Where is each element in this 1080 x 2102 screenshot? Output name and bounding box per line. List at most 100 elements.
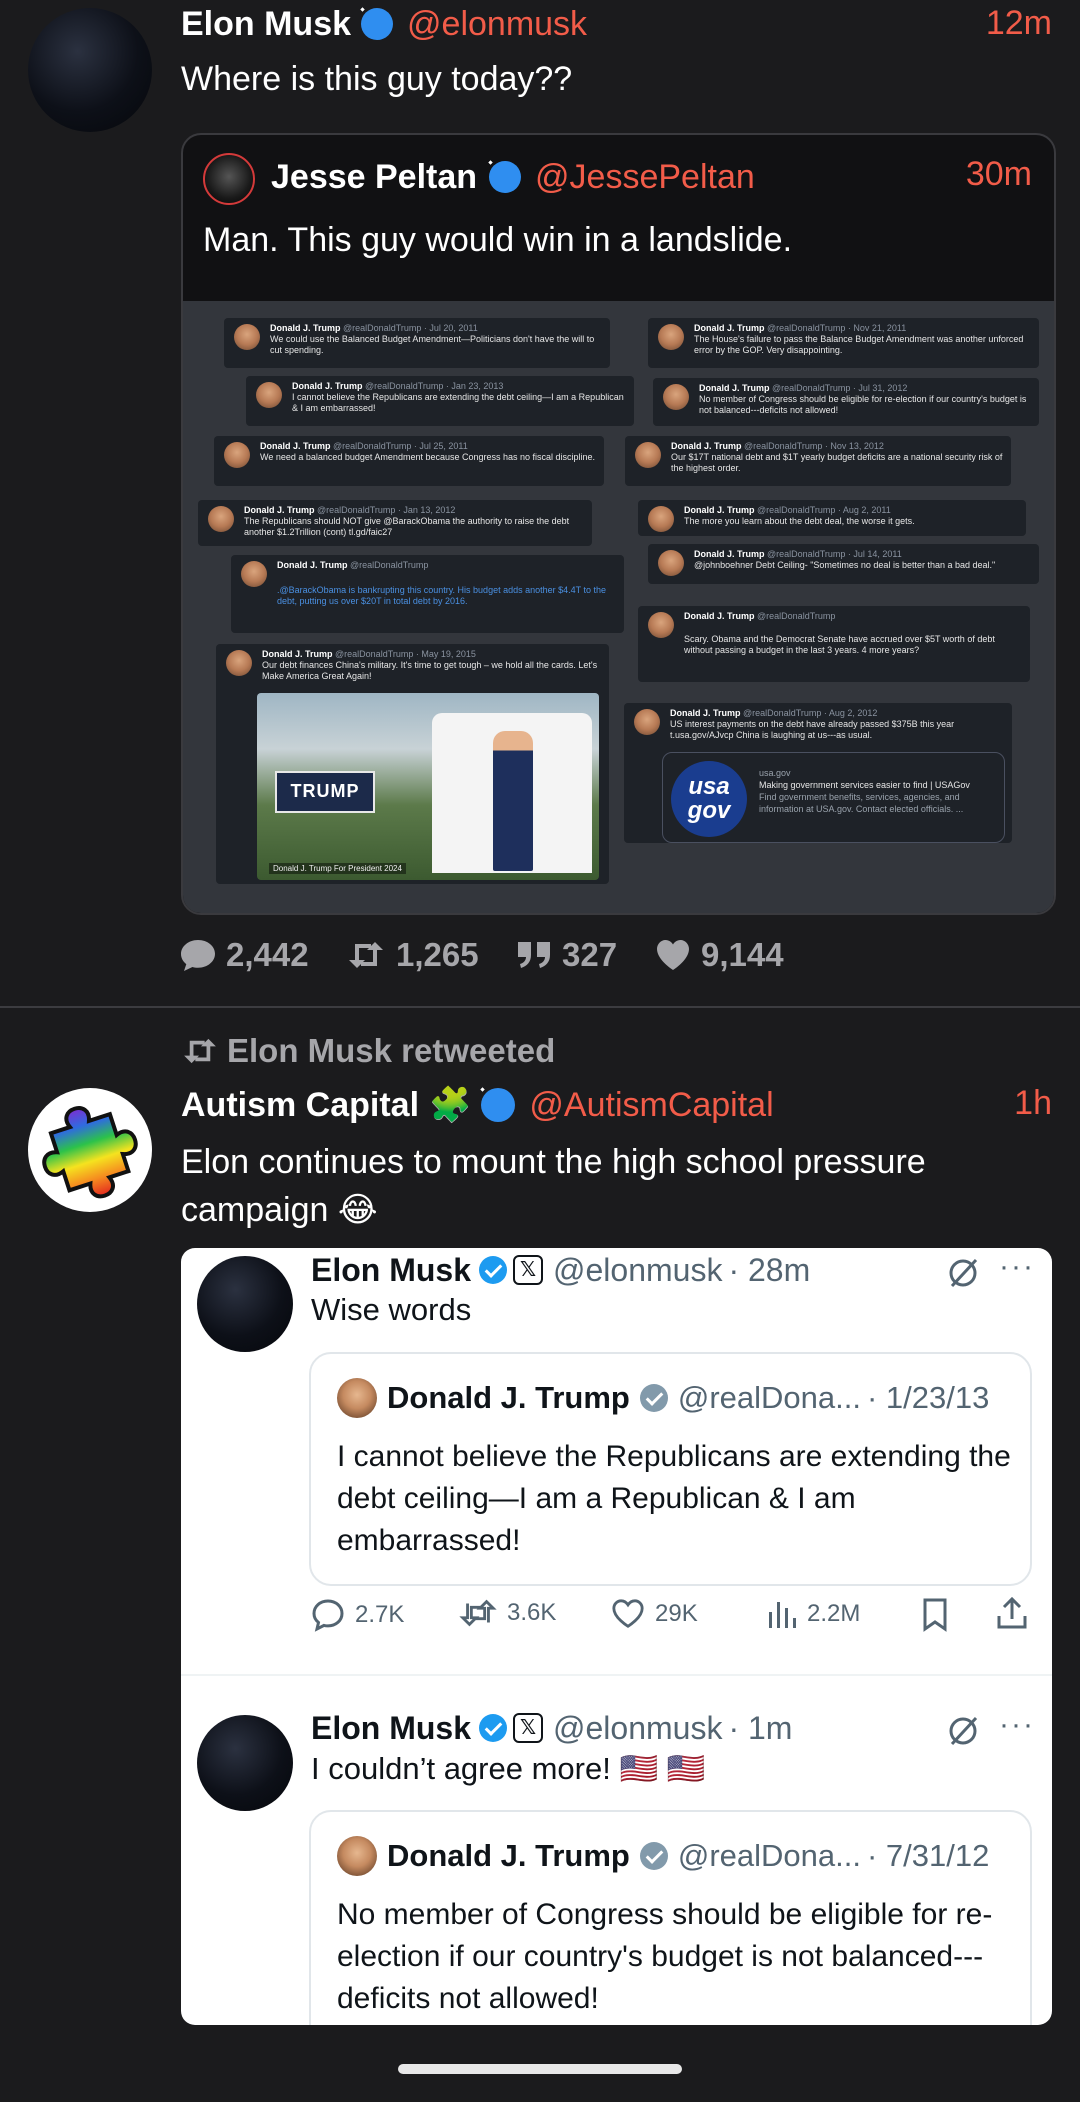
views-action: 2.2M bbox=[767, 1598, 860, 1630]
mini-tweet: Donald J. Trump @realDonaldTrump · Jul 3… bbox=[653, 378, 1039, 426]
quoted-date: · 7/31/12 bbox=[866, 1838, 990, 1873]
avatar-jesse-peltan[interactable] bbox=[203, 153, 255, 205]
author-name[interactable]: Autism Capital bbox=[181, 1086, 419, 1125]
usagov-text: usa.gov Making government services easie… bbox=[759, 767, 999, 815]
trump-avatar-icon bbox=[241, 561, 267, 587]
puzzle-emoji-icon: 🧩 bbox=[429, 1086, 472, 1124]
quoted-time: 30m bbox=[965, 155, 1032, 193]
mini-tweet: Donald J. Trump @realDonaldTrump · Jan 2… bbox=[246, 376, 634, 426]
mini-tweet-text: I cannot believe the Republicans are ext… bbox=[292, 392, 624, 413]
mini-tweet: Donald J. Trump @realDonaldTrump Scary. … bbox=[638, 606, 1030, 682]
home-indicator[interactable] bbox=[398, 2064, 682, 2074]
mini-tweet-text: We could use the Balanced Budget Amendme… bbox=[270, 334, 595, 355]
avatar-elon-musk bbox=[197, 1256, 293, 1352]
quoted-handle: @realDona... bbox=[677, 1838, 861, 1873]
quoted-date: · 1/23/13 bbox=[866, 1380, 990, 1415]
grok-slash-icon bbox=[949, 1716, 978, 1746]
trump-avatar-icon bbox=[234, 324, 260, 350]
usagov-domain: usa.gov bbox=[759, 768, 791, 778]
quoted-author-handle[interactable]: @JessePeltan bbox=[535, 158, 755, 197]
mini-tweet-header: Donald J. Trump @realDonaldTrump · May 1… bbox=[262, 649, 476, 659]
person-figure bbox=[493, 731, 533, 871]
quote-count[interactable]: 327 bbox=[516, 936, 617, 974]
heart-outline-icon bbox=[612, 1599, 644, 1628]
embedded-time: · 1m bbox=[728, 1709, 793, 1746]
trump-avatar-icon bbox=[226, 650, 252, 676]
embedded-quoted-header: Donald J. Trump @realDona... · 1/23/13 bbox=[387, 1378, 989, 1418]
verified-badge-icon bbox=[481, 1088, 516, 1122]
tweet-header: Elon Musk @elonmusk bbox=[181, 4, 587, 44]
reply-count[interactable]: 2,442 bbox=[180, 936, 309, 974]
author-handle[interactable]: @AutismCapital bbox=[529, 1086, 773, 1125]
mini-tweet: Donald J. Trump @realDonaldTrump · Aug 2… bbox=[638, 500, 1026, 536]
embedded-screenshot[interactable]: Elon Musk 𝕏 @elonmusk · 28m ··· Wise wor… bbox=[181, 1248, 1052, 2025]
embedded-quoted-tweet: Donald J. Trump @realDona... · 1/23/13 I… bbox=[309, 1352, 1032, 1586]
author-name[interactable]: Elon Musk bbox=[181, 5, 351, 44]
reply-icon bbox=[312, 1599, 344, 1632]
trump-avatar-icon bbox=[224, 442, 250, 468]
avatar-elon-musk[interactable] bbox=[28, 8, 152, 132]
retweet-label[interactable]: Elon Musk retweeted bbox=[181, 1032, 555, 1069]
views-chart-icon bbox=[769, 1602, 796, 1628]
quoted-author-name: Donald J. Trump bbox=[387, 1838, 630, 1873]
trump-avatar-icon bbox=[658, 550, 684, 576]
mini-tweet-text: We need a balanced budget Amendment beca… bbox=[260, 452, 596, 462]
tweet-time: 12m bbox=[985, 4, 1052, 42]
tweet-text: Elon continues to mount the high school … bbox=[181, 1143, 926, 1229]
repost-icon bbox=[459, 1599, 497, 1627]
embedded-time: · 28m bbox=[728, 1251, 811, 1288]
trump-avatar-icon bbox=[208, 506, 234, 532]
mini-tweet-text: .@BarackObama is bankrupting this countr… bbox=[277, 585, 606, 606]
mini-tweet-header: Donald J. Trump @realDonaldTrump · Jul 1… bbox=[694, 549, 902, 559]
trump-avatar-icon bbox=[663, 384, 689, 410]
mini-tweet: Donald J. Trump @realDonaldTrump · Jul 1… bbox=[648, 544, 1039, 584]
verified-badge-icon bbox=[639, 1842, 668, 1870]
embedded-text: I couldn’t agree more! 🇺🇸 🇺🇸 bbox=[311, 1751, 706, 1786]
mini-tweet-text: @johnboehner Debt Ceiling- "Sometimes no… bbox=[694, 560, 996, 570]
mini-tweet-text: No member of Congress should be eligible… bbox=[699, 394, 1027, 415]
quoted-text: No member of Congress should be eligible… bbox=[337, 1898, 993, 2015]
usagov-link-card[interactable]: usa gov usa.gov Making government servic… bbox=[662, 752, 1005, 843]
mini-tweet-header: Donald J. Trump @realDonaldTrump · Nov 2… bbox=[694, 323, 907, 333]
mini-tweet: Donald J. Trump @realDonaldTrump .@Barac… bbox=[231, 555, 624, 633]
mini-tweet-header: Donald J. Trump @realDonaldTrump · Nov 1… bbox=[671, 441, 884, 451]
grok-slash-icon bbox=[949, 1258, 978, 1288]
quoted-handle: @realDona... bbox=[677, 1380, 861, 1415]
mini-tweet-text: US interest payments on the debt have al… bbox=[670, 719, 955, 740]
mini-tweet-text: The more you learn about the debt deal, … bbox=[684, 516, 915, 526]
avatar-elon-musk bbox=[197, 1715, 293, 1811]
embedded-divider bbox=[181, 1674, 1052, 1676]
x-logo-icon: 𝕏 bbox=[513, 1713, 544, 1743]
mini-tweet-text: Scary. Obama and the Democrat Senate hav… bbox=[684, 634, 995, 655]
embedded-quoted-header: Donald J. Trump @realDona... · 7/31/12 bbox=[387, 1836, 989, 1876]
retweet-icon bbox=[184, 1038, 216, 1064]
trump-avatar-icon bbox=[658, 324, 684, 350]
trump-avatar-icon bbox=[337, 1378, 377, 1418]
avatar-autism-capital[interactable] bbox=[28, 1088, 152, 1212]
mini-tweet-header: Donald J. Trump @realDonaldTrump bbox=[684, 611, 836, 621]
embedded-quoted-tweet: Donald J. Trump @realDona... · 7/31/12 N… bbox=[309, 1810, 1032, 2025]
share-icon bbox=[997, 1596, 1027, 1629]
mini-tweet-text: The Republicans should NOT give @BarackO… bbox=[244, 516, 570, 537]
trump-avatar-icon bbox=[256, 382, 282, 408]
repost-action: 3.6K bbox=[459, 1598, 556, 1628]
mini-tweet-header: Donald J. Trump @realDonaldTrump · Jan 2… bbox=[292, 381, 504, 391]
quoted-author-name[interactable]: Jesse Peltan bbox=[271, 158, 477, 197]
like-count[interactable]: 9,144 bbox=[655, 936, 784, 974]
tweet-divider bbox=[0, 1006, 1080, 1008]
rainbow-puzzle-icon bbox=[42, 1106, 138, 1199]
verified-badge-icon bbox=[479, 1714, 508, 1742]
retweet-count[interactable]: 1,265 bbox=[346, 936, 479, 974]
mini-tweet-header: Donald J. Trump @realDonaldTrump · Jul 2… bbox=[270, 323, 478, 333]
mini-tweet-header: Donald J. Trump @realDonaldTrump · Aug 2… bbox=[670, 708, 878, 718]
quoted-text: I cannot believe the Republicans are ext… bbox=[337, 1440, 1011, 1557]
tweet-time: 1h bbox=[1014, 1084, 1052, 1122]
author-handle[interactable]: @elonmusk bbox=[407, 5, 587, 44]
reply-bubble-icon bbox=[181, 940, 215, 971]
x-logo-icon: 𝕏 bbox=[513, 1255, 544, 1285]
mini-tweet: Donald J. Trump @realDonaldTrump · Nov 1… bbox=[625, 436, 1011, 486]
quote-icon bbox=[518, 942, 550, 968]
mini-tweet: Donald J. Trump @realDonaldTrump · Nov 2… bbox=[648, 318, 1039, 368]
campaign-photo: TRUMP Donald J. Trump For President 2024 bbox=[257, 693, 599, 880]
mini-tweet-text: Our debt finances China's military. It's… bbox=[262, 660, 598, 681]
